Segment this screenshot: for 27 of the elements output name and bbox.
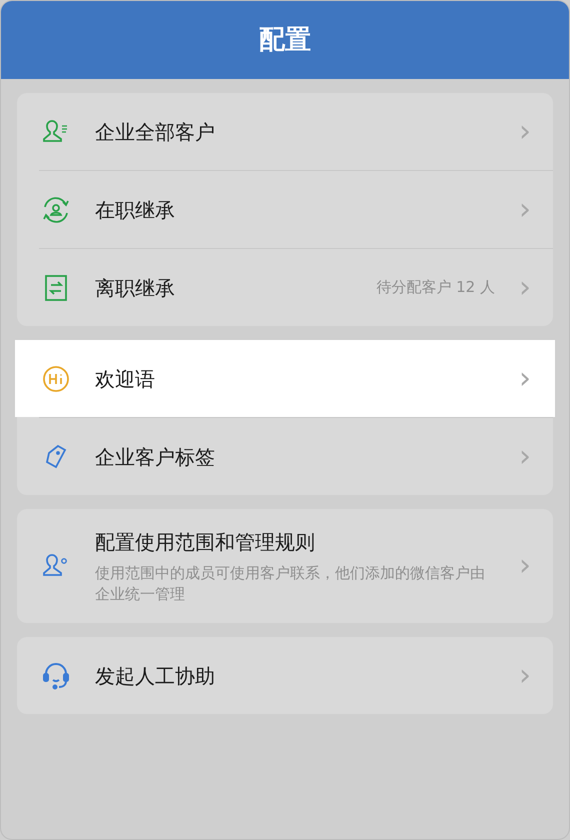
menu-item[interactable]: 企业全部客户 › bbox=[17, 93, 553, 170]
item-label: 离职继承 bbox=[95, 274, 176, 302]
item-description: 使用范围中的成员可使用客户联系，他们添加的微信客户由企业统一管理 bbox=[95, 563, 486, 605]
chevron-icon: › bbox=[519, 660, 531, 690]
menu-item[interactable]: 企业客户标签 › bbox=[17, 418, 553, 495]
item-label: 在职继承 bbox=[95, 196, 176, 224]
menu-item[interactable]: 欢迎语 › bbox=[15, 340, 555, 417]
headset-icon bbox=[41, 660, 71, 690]
menu-item[interactable]: 离职继承 待分配客户 12 人 › bbox=[17, 249, 553, 326]
chevron-icon: › bbox=[519, 194, 531, 224]
menu-item[interactable]: 配置使用范围和管理规则 使用范围中的成员可使用客户联系，他们添加的微信客户由企业统一管理 › bbox=[17, 509, 553, 623]
chevron-icon: › bbox=[519, 116, 531, 146]
item-note: 待分配客户 12 人 bbox=[376, 277, 495, 298]
person-cycle-icon bbox=[41, 194, 71, 224]
chevron-icon: › bbox=[519, 551, 531, 581]
item-label: 企业全部客户 bbox=[95, 118, 216, 146]
hi-icon bbox=[41, 364, 71, 394]
item-label: 欢迎语 bbox=[95, 366, 156, 392]
item-label: 企业客户标签 bbox=[95, 444, 216, 470]
menu-item[interactable]: 在职继承 › bbox=[17, 171, 553, 248]
chevron-icon: › bbox=[519, 442, 531, 472]
menu-item[interactable]: 发起人工协助 › bbox=[17, 637, 553, 714]
chevron-icon: › bbox=[519, 272, 531, 302]
page-title: 配置 bbox=[259, 24, 311, 56]
item-label: 发起人工协助 bbox=[95, 662, 216, 690]
chevron-icon: › bbox=[519, 364, 531, 394]
item-label: 配置使用范围和管理规则 bbox=[95, 529, 316, 556]
